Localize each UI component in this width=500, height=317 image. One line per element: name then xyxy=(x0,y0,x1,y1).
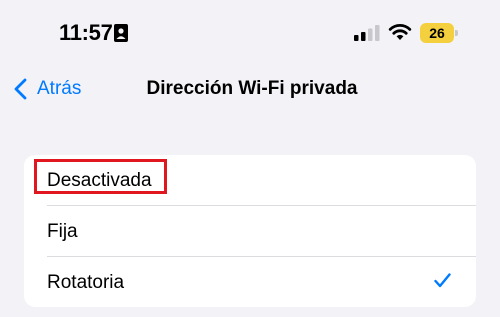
option-rotatoria[interactable]: Rotatoria xyxy=(24,257,476,307)
status-bar: 11:57 26 xyxy=(0,0,500,60)
checkmark-icon xyxy=(434,273,451,293)
battery-icon: 26 xyxy=(420,23,458,43)
battery-level: 26 xyxy=(420,23,454,43)
navigation-bar: Atrás Dirección Wi-Fi privada xyxy=(0,68,500,108)
status-time: 11:57 xyxy=(59,20,113,45)
options-list: Desactivada Fija Rotatoria xyxy=(24,155,476,307)
option-label: Fija xyxy=(47,221,78,242)
cellular-signal-icon xyxy=(354,25,380,46)
wifi-icon xyxy=(388,23,412,46)
option-desactivada[interactable]: Desactivada xyxy=(24,155,476,206)
highlight-box xyxy=(34,159,167,194)
option-fija[interactable]: Fija xyxy=(24,206,476,257)
page-title: Dirección Wi-Fi privada xyxy=(146,78,358,99)
option-label: Rotatoria xyxy=(47,272,125,293)
contact-card-icon xyxy=(114,24,128,47)
